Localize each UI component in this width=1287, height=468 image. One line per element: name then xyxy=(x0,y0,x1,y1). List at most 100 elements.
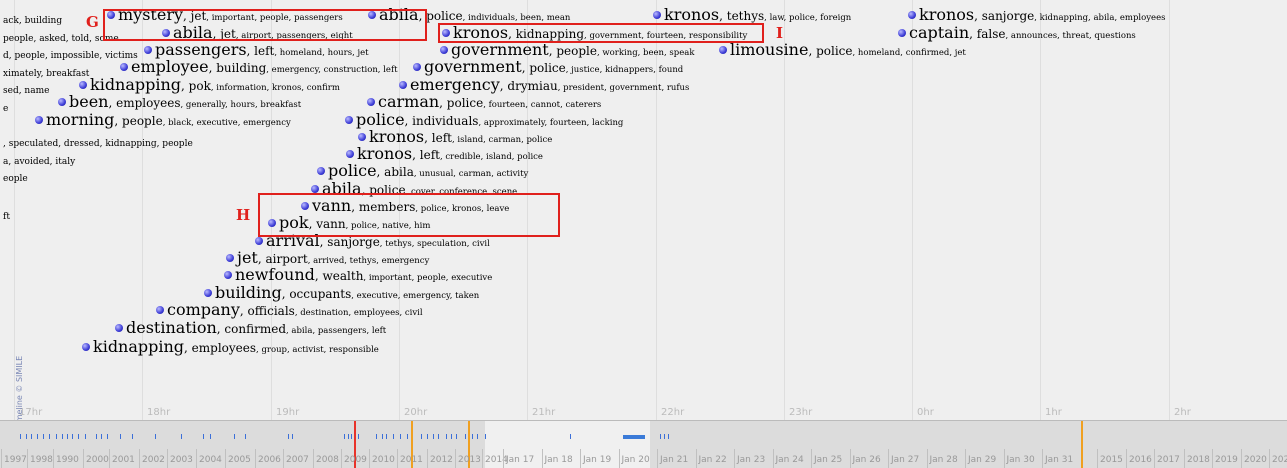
overview-event-tick xyxy=(393,434,394,439)
timeline-event-fragment[interactable]: ft xyxy=(3,206,10,222)
timeline-event-fragment[interactable]: d, people, impossible, victims xyxy=(3,45,138,61)
timeline-event-fragment[interactable]: a, avoided, italy xyxy=(3,151,75,167)
event-term: , confirmed xyxy=(216,322,287,336)
event-term: , destination xyxy=(294,308,349,318)
overview-date-label: Jan 31 xyxy=(1045,455,1074,465)
overview-separator xyxy=(1212,449,1213,468)
timeline-event-employee[interactable]: employee, building, emergency, construct… xyxy=(120,59,398,75)
timeline-event-morning[interactable]: morning, people, black, executive, emerg… xyxy=(35,112,291,128)
event-term: , abila xyxy=(286,326,313,336)
overview-event-tick xyxy=(96,434,97,439)
timeline-event-fragment[interactable]: sed, name xyxy=(3,80,49,96)
overview-year-label: 2007 xyxy=(286,455,309,465)
timeline-event-emergency[interactable]: emergency, drymiau, president, governmen… xyxy=(399,77,689,93)
event-term: , left xyxy=(377,65,398,75)
overview-separator xyxy=(427,449,428,468)
overview-event-tick xyxy=(451,434,452,439)
hour-label: 19hr xyxy=(276,407,300,418)
overview-date-label: Jan 19 xyxy=(583,455,612,465)
hour-gridline xyxy=(784,0,785,420)
hour-label: 18hr xyxy=(147,407,171,418)
event-terms: , occupants, executive, emergency, taken xyxy=(282,287,480,301)
timeline-event-fragment[interactable]: ack, building xyxy=(3,10,62,26)
event-term: , foreign xyxy=(814,13,852,23)
overview-event-tick xyxy=(485,434,486,439)
event-terms: , drymiau, president, government, rufus xyxy=(500,79,690,93)
timeline-event-limousine[interactable]: limousine, police, homeland, confirmed, … xyxy=(719,42,966,58)
event-term: , important xyxy=(363,273,412,283)
event-term: , activity xyxy=(491,169,529,179)
event-term: , false xyxy=(969,27,1006,41)
timeline-event-kronos[interactable]: kronos, left, credible, island, police xyxy=(346,146,543,162)
annotation-label-i: I xyxy=(776,24,784,42)
overview-event-tick xyxy=(67,434,68,439)
timeline-event-destination[interactable]: destination, confirmed, abila, passenger… xyxy=(115,320,386,336)
overview-year-label: 1997 xyxy=(4,455,27,465)
timeline-event-carman[interactable]: carman, police, fourteen, cannot, catere… xyxy=(367,94,601,110)
timeline-event-kidnapping[interactable]: kidnapping, pok, information, kronos, co… xyxy=(79,77,340,93)
overview-date-label: Jan 21 xyxy=(660,455,689,465)
event-term: , passengers xyxy=(312,326,367,336)
overview-event-tick xyxy=(382,434,383,439)
overview-separator xyxy=(849,449,851,468)
overview-separator xyxy=(53,449,54,468)
overview-event-tick xyxy=(245,434,246,439)
timeline-event-fragment[interactable]: ximately, breakfast xyxy=(3,63,89,79)
timeline-event-captain[interactable]: captain, false, announces, threat, quest… xyxy=(898,25,1136,41)
overview-date-label: Jan 26 xyxy=(852,455,881,465)
event-term: , kidnappers xyxy=(599,65,654,75)
event-terms: a, avoided, italy xyxy=(3,157,76,167)
hour-label: 0hr xyxy=(917,407,934,418)
overview-separator xyxy=(482,449,483,468)
event-terms: , airport, arrived, tethys, emergency xyxy=(258,252,429,266)
event-dot-icon xyxy=(346,150,354,158)
timeline-event-fragment[interactable]: people, asked, told, some xyxy=(3,28,119,44)
overview-separator xyxy=(167,449,168,468)
event-term: , officials xyxy=(239,304,295,318)
event-terms: , employees, generally, hours, breakfast xyxy=(108,96,301,110)
event-term: , executive xyxy=(445,273,493,283)
overview-date-label: Jan 20 xyxy=(621,455,650,465)
timeline-event-newfound[interactable]: newfound, wealth, important, people, exe… xyxy=(224,267,492,283)
overview-marker-orange xyxy=(1081,421,1083,468)
event-term: , tethys xyxy=(719,9,765,23)
overview-event-tick xyxy=(155,434,156,439)
timeline-event-fragment[interactable]: eople xyxy=(3,168,28,184)
timeline-event-police[interactable]: police, individuals, approximately, four… xyxy=(345,112,623,128)
event-term: , questions xyxy=(1088,31,1136,41)
timeline-widget: 17hr 18hr 19hr 20hr 21hr 22hr 23hr 0hr 1hr 2hr ac… xyxy=(0,0,1287,468)
overview-event-tick xyxy=(446,434,447,439)
timeline-event-passengers[interactable]: passengers, left, homeland, hours, jet xyxy=(144,42,369,58)
timeline-event-government[interactable]: government, people, working, been, speak xyxy=(440,42,695,58)
annotation-box-h xyxy=(258,193,560,237)
timeline-event-company[interactable]: company, officials, destination, employe… xyxy=(156,302,423,318)
timeline-event-building[interactable]: building, occupants, executive, emergenc… xyxy=(204,285,479,301)
timeline-event-fragment[interactable]: e xyxy=(3,98,8,114)
timeline-event-kronos[interactable]: kronos, left, island, carman, police xyxy=(358,129,552,145)
timeline-event-been[interactable]: been, employees, generally, hours, break… xyxy=(58,94,301,110)
annotation-box-i xyxy=(438,23,764,43)
timeline-event-government[interactable]: government, police, justice, kidnappers,… xyxy=(413,59,683,75)
event-title: company xyxy=(167,300,240,319)
timeline-event-jet[interactable]: jet, airport, arrived, tethys, emergency xyxy=(226,250,429,266)
hour-label: 1hr xyxy=(1045,407,1062,418)
event-term: , left xyxy=(412,148,440,162)
overview-separator xyxy=(1184,449,1185,468)
timeline-event-kronos[interactable]: kronos, sanjorge, kidnapping, abila, emp… xyxy=(908,7,1165,23)
overview-event-tick xyxy=(570,434,571,439)
event-term: , people xyxy=(114,114,163,128)
event-term: , island xyxy=(480,152,512,162)
overview-event-tick xyxy=(386,434,387,439)
overview-year-label: 2021 xyxy=(1272,455,1287,465)
timeline-event-fragment[interactable]: , speculated, dressed, kidnapping, peopl… xyxy=(3,133,193,149)
overview-separator xyxy=(255,449,256,468)
timeline-event-police[interactable]: police, abila, unusual, carman, activity xyxy=(317,163,528,179)
timeline-event-kronos[interactable]: kronos, tethys, law, police, foreign xyxy=(653,7,851,23)
timeline-main-band[interactable]: 17hr 18hr 19hr 20hr 21hr 22hr 23hr 0hr 1hr 2hr ac… xyxy=(0,0,1287,420)
event-term: , employees xyxy=(1114,13,1166,23)
timeline-overview-band[interactable]: 1997 1998 1990 2000 2001 2002 2003 2004 2005 2006… xyxy=(0,420,1287,468)
timeline-event-kidnapping[interactable]: kidnapping, employees, group, activist, … xyxy=(82,339,379,355)
event-term: , sanjorge xyxy=(319,235,380,249)
hour-gridline xyxy=(912,0,913,420)
event-dot-icon xyxy=(399,81,407,89)
